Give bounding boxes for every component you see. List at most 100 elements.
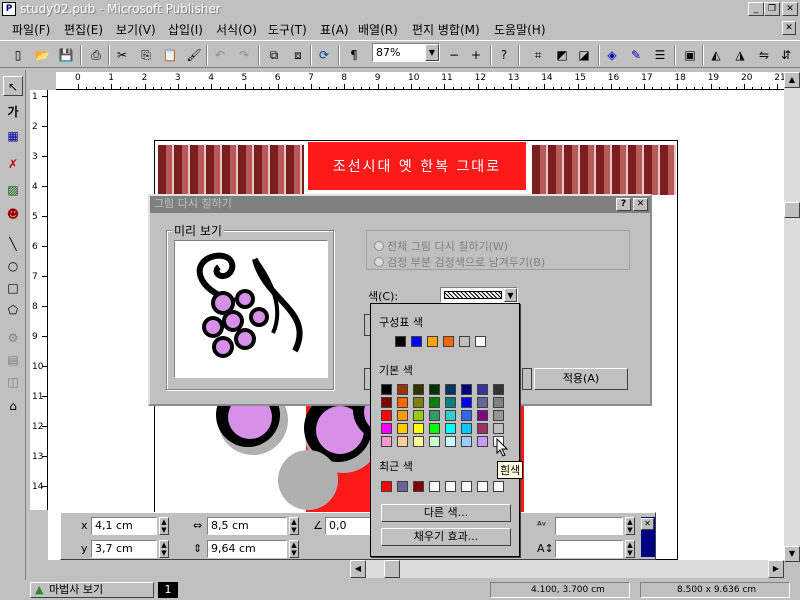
scheme-color-swatch[interactable] <box>443 336 454 347</box>
cut-icon[interactable]: ✂ <box>112 45 132 65</box>
basic-color-swatch[interactable] <box>461 436 472 447</box>
basic-color-swatch[interactable] <box>413 397 424 408</box>
special-characters-icon[interactable]: ¶ <box>344 45 364 65</box>
menu-table[interactable]: 표(A) <box>320 21 349 38</box>
line-style-icon[interactable]: ☰ <box>650 45 670 65</box>
basic-color-swatch[interactable] <box>397 397 408 408</box>
scroll-left-icon[interactable]: ◀ <box>350 560 366 578</box>
basic-color-swatch[interactable] <box>445 423 456 434</box>
height-spinner[interactable]: ▲ ▼ <box>289 540 299 558</box>
basic-color-swatch[interactable] <box>445 436 456 447</box>
menu-edit[interactable]: 편집(E) <box>64 21 103 38</box>
rotation-input[interactable]: 0,0 <box>325 517 371 535</box>
rectangle-tool-icon[interactable]: □ <box>3 278 23 298</box>
scheme-color-swatch[interactable] <box>411 336 422 347</box>
spacing-input[interactable] <box>555 517 623 535</box>
basic-color-swatch[interactable] <box>493 423 504 434</box>
basic-color-swatch[interactable] <box>445 397 456 408</box>
menu-tools[interactable]: 도구(T) <box>268 21 307 38</box>
basic-color-swatch[interactable] <box>461 410 472 421</box>
color-select[interactable]: ▼ <box>440 287 518 303</box>
basic-color-swatch[interactable] <box>413 410 424 421</box>
menu-view[interactable]: 보기(V) <box>116 21 156 38</box>
roof-tile-image-right[interactable] <box>532 145 676 195</box>
html-fragment-tool-icon[interactable]: ▤ <box>3 350 23 370</box>
line-spacing-input[interactable] <box>555 540 623 558</box>
fill-color-icon[interactable]: ◈ <box>602 45 622 65</box>
picture-frame-tool-icon[interactable]: ▨ <box>3 180 23 200</box>
custom-shapes-tool-icon[interactable]: ⬠ <box>3 300 23 320</box>
page-navigator[interactable]: 1 <box>158 582 178 598</box>
oval-tool-icon[interactable]: ○ <box>3 256 23 276</box>
design-gallery-tool-icon[interactable]: ⌂ <box>3 396 23 416</box>
vertical-ruler[interactable]: 1 2 3 4 5 6 7 8 9 10 11 12 13 14 <box>30 90 48 510</box>
close-button[interactable]: ✕ <box>782 2 798 16</box>
line-spacing-spinner[interactable]: ▲ ▼ <box>625 540 635 558</box>
basic-color-swatch[interactable] <box>493 410 504 421</box>
width-input[interactable]: 8,5 cm <box>207 517 287 535</box>
y-spinner[interactable]: ▲ ▼ <box>159 540 169 558</box>
basic-color-swatch[interactable] <box>461 423 472 434</box>
basic-color-swatch[interactable] <box>381 436 392 447</box>
recent-color-swatch[interactable] <box>477 481 488 492</box>
basic-color-swatch[interactable] <box>429 397 440 408</box>
basic-color-swatch[interactable] <box>429 436 440 447</box>
scroll-right-icon[interactable]: ▶ <box>768 560 784 578</box>
basic-color-swatch[interactable] <box>397 423 408 434</box>
bring-to-front-icon[interactable]: ⧉ <box>264 45 284 65</box>
redo-icon[interactable]: ↷ <box>234 45 254 65</box>
recent-color-swatch[interactable] <box>445 481 456 492</box>
measurements-close-icon[interactable]: ✕ <box>641 518 654 530</box>
recolor-all-option[interactable]: 전체 그림 다시 칠하기(W) <box>374 238 508 254</box>
recent-color-swatch[interactable] <box>461 481 472 492</box>
menu-format[interactable]: 서식(O) <box>216 21 257 38</box>
horizontal-ruler[interactable]: 0 1 2 3 4 5 6 7 8 9 10 11 12 13 14 15 16 17 18 19 20 21 <box>56 72 786 90</box>
scheme-color-swatch[interactable] <box>427 336 438 347</box>
chevron-down-icon[interactable]: ▼ <box>504 288 517 302</box>
basic-color-swatch[interactable] <box>477 397 488 408</box>
menu-help[interactable]: 도움말(H) <box>494 21 546 38</box>
rotate-left-icon[interactable]: ◭ <box>706 45 726 65</box>
help-icon[interactable]: ? <box>494 45 514 65</box>
basic-color-swatch[interactable] <box>477 410 488 421</box>
recent-color-swatch[interactable] <box>381 481 392 492</box>
menu-mail-merge[interactable]: 편지 병합(M) <box>412 21 480 38</box>
picture-frame-icon[interactable]: ◩ <box>552 45 572 65</box>
dialog-close-button[interactable]: ✕ <box>633 198 648 211</box>
scroll-down-icon[interactable]: ▼ <box>784 546 800 562</box>
recent-color-swatch[interactable] <box>397 481 408 492</box>
form-control-tool-icon[interactable]: ⚙ <box>3 328 23 348</box>
zoom-out-icon[interactable]: − <box>444 45 464 65</box>
rotate-right-icon[interactable]: ◮ <box>730 45 750 65</box>
zoom-select[interactable]: 87% ▼ <box>372 43 440 62</box>
apply-button[interactable]: 적용(A) <box>534 368 628 390</box>
hidden-button[interactable] <box>522 368 532 390</box>
basic-color-swatch[interactable] <box>445 410 456 421</box>
scroll-up-icon[interactable]: ▲ <box>784 72 800 88</box>
flip-horizontal-icon[interactable]: ⇋ <box>754 45 774 65</box>
horizontal-scrollbar[interactable]: ◀ ▶ <box>350 560 784 578</box>
shadow-icon[interactable]: ▣ <box>680 45 700 65</box>
format-painter-icon[interactable]: 🖌 <box>184 45 204 65</box>
copy-icon[interactable]: ⎘ <box>136 45 156 65</box>
basic-color-swatch[interactable] <box>429 423 440 434</box>
wordart-tool-icon[interactable]: ✗ <box>3 154 23 174</box>
width-spinner[interactable]: ▲ ▼ <box>289 517 299 535</box>
basic-color-swatch[interactable] <box>477 423 488 434</box>
fill-effects-button[interactable]: 채우기 효과... <box>381 528 511 546</box>
scroll-thumb[interactable] <box>784 202 800 218</box>
line-color-icon[interactable]: ✎ <box>626 45 646 65</box>
chevron-down-icon[interactable]: ▼ <box>425 44 439 61</box>
minimize-button[interactable]: _ <box>748 2 764 16</box>
basic-color-swatch[interactable] <box>381 384 392 395</box>
custom-rotate-icon[interactable]: ⟳ <box>314 45 334 65</box>
undo-icon[interactable]: ↶ <box>210 45 230 65</box>
keep-black-option[interactable]: 검정 부분 검정색으로 남겨두기(B) <box>374 254 545 270</box>
flip-vertical-icon[interactable]: ⇵ <box>776 45 796 65</box>
basic-color-swatch[interactable] <box>477 384 488 395</box>
recent-color-swatch[interactable] <box>493 481 504 492</box>
line-tool-icon[interactable]: ╲ <box>3 234 23 254</box>
recolor-picture-icon[interactable]: ◪ <box>574 45 594 65</box>
restore-button[interactable]: ❐ <box>764 2 780 16</box>
basic-color-swatch[interactable] <box>381 410 392 421</box>
